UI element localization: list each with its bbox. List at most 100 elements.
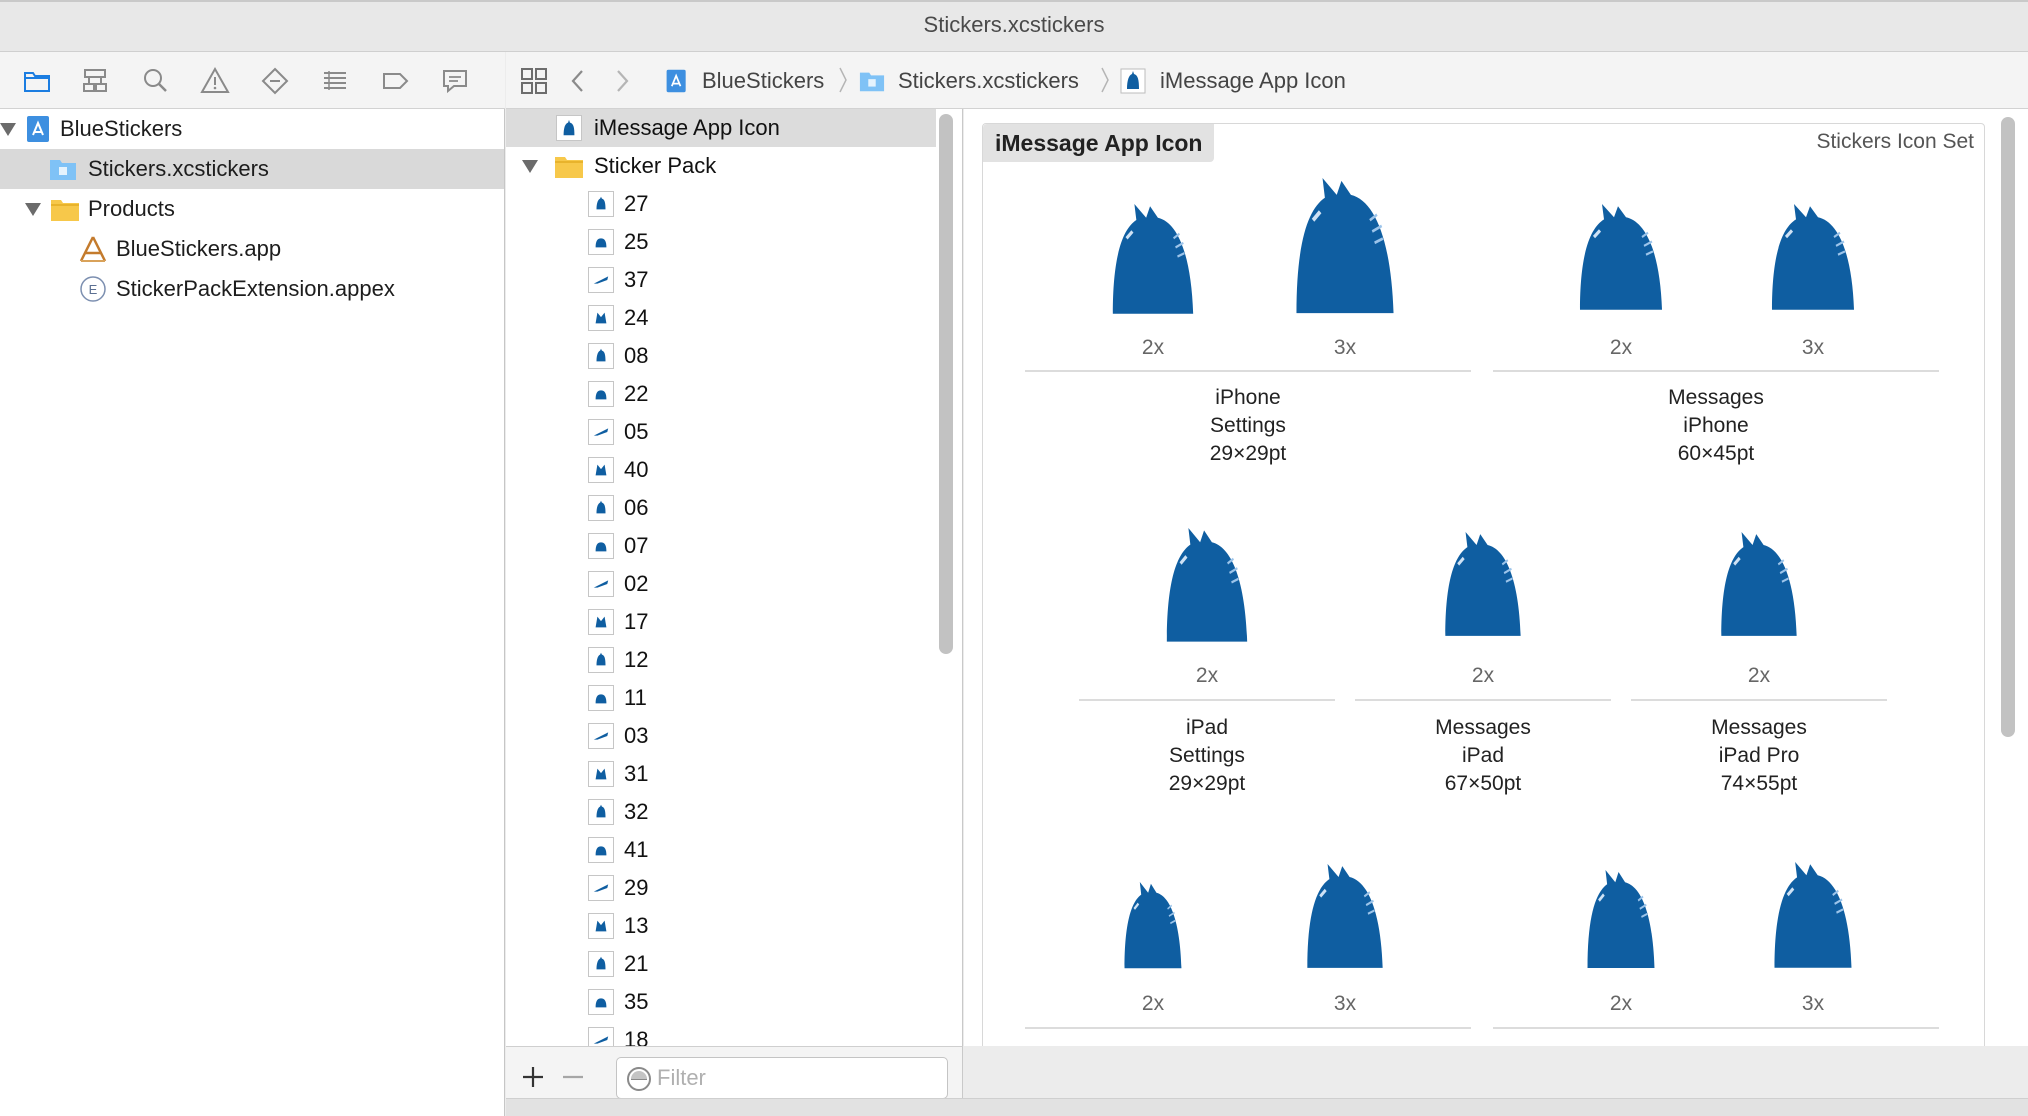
tree-item-bluestickers[interactable]: BlueStickers xyxy=(0,109,504,149)
disclosure-expanded-icon[interactable] xyxy=(522,160,538,173)
sticker-list-item[interactable]: 12 xyxy=(506,641,936,679)
sticker-list-item[interactable]: 24 xyxy=(506,299,936,337)
breadcrumb-label: BlueStickers xyxy=(702,67,825,93)
extension-icon: E xyxy=(80,276,106,302)
icon-slot-label-line: iPhone xyxy=(1215,386,1281,409)
sticker-list-item[interactable]: 11 xyxy=(506,679,936,717)
sticker-list-item[interactable]: 17 xyxy=(506,603,936,641)
disclosure-expanded-icon[interactable] xyxy=(25,203,41,216)
sticker-icon-image[interactable] xyxy=(1714,532,1804,638)
asset-label: 35 xyxy=(624,989,649,1014)
sticker-icon-image[interactable] xyxy=(1159,528,1255,644)
icon-slot-label-line: Messages xyxy=(1711,716,1807,739)
project-icon xyxy=(666,69,686,92)
asset-row-imessage-app-icon[interactable]: iMessage App Icon xyxy=(506,109,936,147)
sticker-list-item[interactable]: 37 xyxy=(506,261,936,299)
sticker-list-item[interactable]: 35 xyxy=(506,983,936,1021)
sticker-thumbnail-icon xyxy=(588,913,614,939)
icon-slot-label-line: Settings xyxy=(1210,414,1286,437)
sticker-list-item[interactable]: 18 xyxy=(506,1021,936,1046)
sticker-icon-image[interactable] xyxy=(1581,870,1661,970)
filter-field[interactable] xyxy=(616,1057,948,1099)
breadcrumb-stickers-xcstickers[interactable]: Stickers.xcstickers xyxy=(858,52,1079,109)
tree-item-products[interactable]: Products xyxy=(0,189,504,229)
tree-item-stickerpackextension[interactable]: E StickerPackExtension.appex xyxy=(0,269,504,309)
sticker-icon-image[interactable] xyxy=(1119,882,1187,970)
sticker-list-item[interactable]: 13 xyxy=(506,907,936,945)
asset-row-sticker-pack[interactable]: Sticker Pack xyxy=(506,147,936,185)
comment-icon[interactable] xyxy=(438,64,472,98)
sticker-thumbnail-icon xyxy=(588,191,614,217)
sticker-thumbnail-icon xyxy=(588,951,614,977)
sticker-icon-image[interactable] xyxy=(1287,178,1403,316)
back-chevron-icon[interactable] xyxy=(568,68,588,94)
report-list-icon[interactable] xyxy=(318,64,352,98)
warning-icon[interactable] xyxy=(198,64,232,98)
sticker-list-item[interactable]: 06 xyxy=(506,489,936,527)
related-items-grid-icon[interactable] xyxy=(520,67,548,95)
breadcrumb-imessage-app-icon[interactable]: iMessage App Icon xyxy=(1120,52,1346,109)
imessage-icon xyxy=(556,115,582,141)
sticker-list-item[interactable]: 03 xyxy=(506,717,936,755)
sticker-icon-image[interactable] xyxy=(1767,862,1859,970)
tag-icon[interactable] xyxy=(378,64,412,98)
filter-input[interactable] xyxy=(657,1064,937,1092)
sticker-list-item[interactable]: 21 xyxy=(506,945,936,983)
scale-label: 3x xyxy=(1801,992,1825,1015)
hierarchy-icon[interactable] xyxy=(78,64,112,98)
asset-label: 40 xyxy=(624,457,649,482)
scale-label: 2x xyxy=(1141,336,1165,359)
breadcrumb-bluestickers[interactable]: BlueStickers xyxy=(664,52,824,109)
add-icon[interactable] xyxy=(520,1064,546,1090)
sticker-icon-image[interactable] xyxy=(1572,204,1670,312)
group-divider xyxy=(1493,370,1939,372)
sticker-icon-image[interactable] xyxy=(1300,864,1390,970)
asset-label: 41 xyxy=(624,837,649,862)
sticker-icon-image[interactable] xyxy=(1764,204,1862,312)
tree-item-stickers-xcstickers[interactable]: Stickers.xcstickers xyxy=(0,149,504,189)
detail-scrollbar[interactable] xyxy=(2001,117,2015,737)
sticker-icon-image[interactable] xyxy=(1105,204,1201,316)
disclosure-expanded-icon[interactable] xyxy=(0,123,16,136)
icon-slot-label-line: iPad xyxy=(1185,716,1229,739)
sticker-icon-image[interactable] xyxy=(1438,532,1528,638)
asset-label: 07 xyxy=(624,533,649,558)
sticker-list-item[interactable]: 08 xyxy=(506,337,936,375)
sticker-thumbnail-icon xyxy=(588,1027,614,1046)
sticker-thumbnail-icon xyxy=(588,457,614,483)
scale-label: 2x xyxy=(1747,664,1771,687)
asset-label: 22 xyxy=(624,381,649,406)
asset-label: 29 xyxy=(624,875,649,900)
list-scrollbar[interactable] xyxy=(939,114,953,654)
folder-icon xyxy=(555,157,583,178)
scale-label: 3x xyxy=(1333,336,1357,359)
sticker-list-item[interactable]: 32 xyxy=(506,793,936,831)
sticker-list-item[interactable]: 40 xyxy=(506,451,936,489)
sticker-thumbnail-icon xyxy=(588,343,614,369)
sticker-thumbnail-icon xyxy=(588,419,614,445)
scale-label: 2x xyxy=(1609,992,1633,1015)
asset-label: 18 xyxy=(624,1027,649,1046)
folder-icon[interactable] xyxy=(20,64,54,98)
sticker-list-item[interactable]: 02 xyxy=(506,565,936,603)
group-divider xyxy=(1025,1027,1471,1029)
search-icon[interactable] xyxy=(138,64,172,98)
filter-clock-icon xyxy=(627,1067,651,1091)
sticker-list-item[interactable]: 27 xyxy=(506,185,936,223)
sticker-list-item[interactable]: 25 xyxy=(506,223,936,261)
breakpoint-diamond-icon[interactable] xyxy=(258,64,292,98)
sticker-list-item[interactable]: 05 xyxy=(506,413,936,451)
forward-chevron-icon[interactable] xyxy=(612,68,632,94)
sticker-list-item[interactable]: 31 xyxy=(506,755,936,793)
tree-label-stickers-xcstickers: Stickers.xcstickers xyxy=(88,156,269,181)
sticker-thumbnail-icon xyxy=(588,571,614,597)
sticker-list-item[interactable]: 07 xyxy=(506,527,936,565)
asset-catalog-list: iMessage App Icon Sticker Pack 27 25 37 24 0… xyxy=(506,109,963,1046)
sticker-list-item[interactable]: 41 xyxy=(506,831,936,869)
asset-label: 21 xyxy=(624,951,649,976)
sticker-list-item[interactable]: 29 xyxy=(506,869,936,907)
sticker-list-item[interactable]: 22 xyxy=(506,375,936,413)
tree-item-bluestickers-app[interactable]: BlueStickers.app xyxy=(0,229,504,269)
icon-slot-label-line: Messages xyxy=(1435,716,1531,739)
remove-icon[interactable] xyxy=(560,1064,586,1090)
